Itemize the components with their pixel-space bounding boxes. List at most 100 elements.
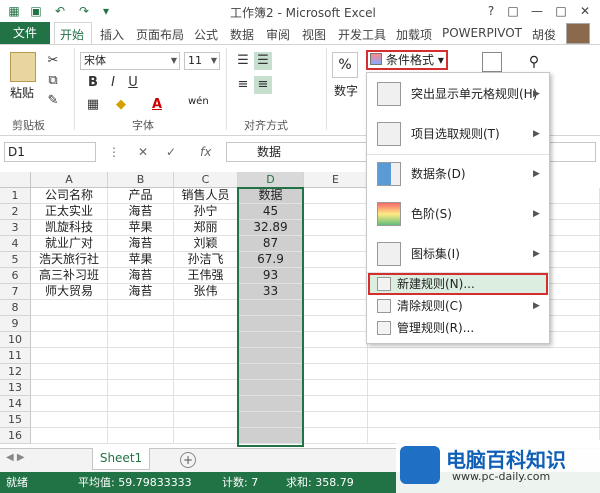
tab-insert[interactable]: 插入 <box>100 26 124 43</box>
add-sheet-button[interactable]: + <box>180 452 196 468</box>
table-cell[interactable] <box>108 348 174 364</box>
row-header[interactable]: 3 <box>0 220 31 236</box>
table-cell[interactable] <box>304 316 368 332</box>
table-cell[interactable] <box>174 428 238 444</box>
row-header[interactable]: 8 <box>0 300 31 316</box>
tab-home[interactable]: 开始 <box>60 26 84 43</box>
number-format-label[interactable]: 数字 <box>334 82 358 99</box>
table-cell[interactable]: 刘颖 <box>174 236 238 252</box>
borders-icon[interactable]: ▦ <box>84 96 102 114</box>
column-header-c[interactable]: C <box>174 172 238 188</box>
column-header-b[interactable]: B <box>108 172 174 188</box>
table-cell[interactable]: 32.89 <box>238 220 304 236</box>
table-cell[interactable]: 产品 <box>108 188 174 204</box>
table-cell[interactable] <box>304 380 368 396</box>
table-cell[interactable] <box>304 236 368 252</box>
align-left-icon[interactable]: ≡ <box>234 76 252 94</box>
tab-developer[interactable]: 开发工具 <box>338 26 386 43</box>
menu-manage-rules[interactable]: 管理规则(R)... <box>367 318 549 338</box>
table-cell[interactable] <box>304 300 368 316</box>
table-cell[interactable] <box>108 380 174 396</box>
table-cell[interactable] <box>174 380 238 396</box>
table-cell[interactable]: 师大贸易 <box>31 284 108 300</box>
underline-button[interactable]: U <box>124 74 142 92</box>
table-cell[interactable] <box>174 316 238 332</box>
table-cell[interactable] <box>174 396 238 412</box>
row-header[interactable]: 4 <box>0 236 31 252</box>
row-header[interactable]: 2 <box>0 204 31 220</box>
table-cell[interactable] <box>238 428 304 444</box>
table-cell[interactable] <box>368 348 600 364</box>
row-header[interactable]: 10 <box>0 332 31 348</box>
table-cell[interactable] <box>31 412 108 428</box>
menu-icon-sets[interactable]: 图标集(I) ▶ <box>367 234 549 274</box>
table-cell[interactable] <box>368 412 600 428</box>
table-cell[interactable] <box>238 348 304 364</box>
table-cell[interactable] <box>174 412 238 428</box>
table-cell[interactable] <box>174 348 238 364</box>
cells-format-icon[interactable] <box>482 52 502 72</box>
row-header[interactable]: 16 <box>0 428 31 444</box>
table-cell[interactable]: 销售人员 <box>174 188 238 204</box>
table-cell[interactable]: 孙洁飞 <box>174 252 238 268</box>
tab-powerpivot[interactable]: POWERPIVOT <box>442 26 522 40</box>
table-cell[interactable] <box>304 348 368 364</box>
table-cell[interactable] <box>304 364 368 380</box>
menu-data-bars[interactable]: 数据条(D) ▶ <box>367 154 549 194</box>
align-top-icon[interactable]: ☰ <box>234 52 252 70</box>
user-name[interactable]: 胡俊 <box>532 26 556 43</box>
tab-review[interactable]: 审阅 <box>266 26 290 43</box>
percent-format-button[interactable]: % <box>332 52 358 78</box>
table-cell[interactable] <box>304 284 368 300</box>
phonetic-button[interactable]: wén <box>188 96 209 107</box>
table-cell[interactable] <box>108 316 174 332</box>
table-cell[interactable]: 孙宁 <box>174 204 238 220</box>
table-cell[interactable]: 海苔 <box>108 236 174 252</box>
row-header[interactable]: 14 <box>0 396 31 412</box>
select-all-corner[interactable] <box>0 172 31 188</box>
format-painter-icon[interactable]: ✎ <box>44 92 62 110</box>
table-cell[interactable] <box>238 300 304 316</box>
table-cell[interactable] <box>304 220 368 236</box>
table-cell[interactable] <box>304 204 368 220</box>
table-cell[interactable] <box>238 396 304 412</box>
row-header[interactable]: 7 <box>0 284 31 300</box>
table-cell[interactable] <box>108 300 174 316</box>
table-cell[interactable] <box>304 428 368 444</box>
table-cell[interactable] <box>304 396 368 412</box>
row-header[interactable]: 12 <box>0 364 31 380</box>
avatar[interactable] <box>566 23 590 44</box>
table-cell[interactable]: 张伟 <box>174 284 238 300</box>
table-cell[interactable] <box>304 412 368 428</box>
table-cell[interactable] <box>238 332 304 348</box>
table-cell[interactable] <box>174 300 238 316</box>
minimize-button[interactable]: — <box>526 1 548 21</box>
table-cell[interactable] <box>108 364 174 380</box>
table-cell[interactable]: 正太实业 <box>31 204 108 220</box>
undo-icon[interactable]: ↶ <box>52 3 68 19</box>
menu-highlight-cells-rules[interactable]: 突出显示单元格规则(H) ▶ <box>367 74 549 114</box>
table-cell[interactable]: 浩天旅行社 <box>31 252 108 268</box>
copy-icon[interactable]: ⧉ <box>44 72 62 90</box>
row-header[interactable]: 6 <box>0 268 31 284</box>
table-cell[interactable] <box>304 188 368 204</box>
tab-view[interactable]: 视图 <box>302 26 326 43</box>
table-cell[interactable] <box>304 268 368 284</box>
menu-clear-rules[interactable]: 清除规则(C) ▶ <box>367 296 549 316</box>
align-middle-icon[interactable]: ☰ <box>254 52 272 70</box>
paste-icon[interactable] <box>10 52 36 82</box>
table-cell[interactable] <box>31 300 108 316</box>
table-cell[interactable]: 数据 <box>238 188 304 204</box>
redo-icon[interactable]: ↷ <box>76 3 92 19</box>
menu-new-rule[interactable]: 新建规则(N)... <box>367 274 549 294</box>
menu-top-bottom-rules[interactable]: 项目选取规则(T) ▶ <box>367 114 549 154</box>
customize-qa-icon[interactable]: ▾ <box>98 3 114 19</box>
close-button[interactable]: ✕ <box>574 1 596 21</box>
table-cell[interactable]: 就业广对 <box>31 236 108 252</box>
paste-label[interactable]: 粘贴 <box>10 84 34 101</box>
help-button[interactable]: ? <box>480 1 502 21</box>
table-cell[interactable] <box>108 412 174 428</box>
cancel-icon[interactable]: ✕ <box>138 142 148 162</box>
table-cell[interactable] <box>368 364 600 380</box>
table-cell[interactable]: 33 <box>238 284 304 300</box>
